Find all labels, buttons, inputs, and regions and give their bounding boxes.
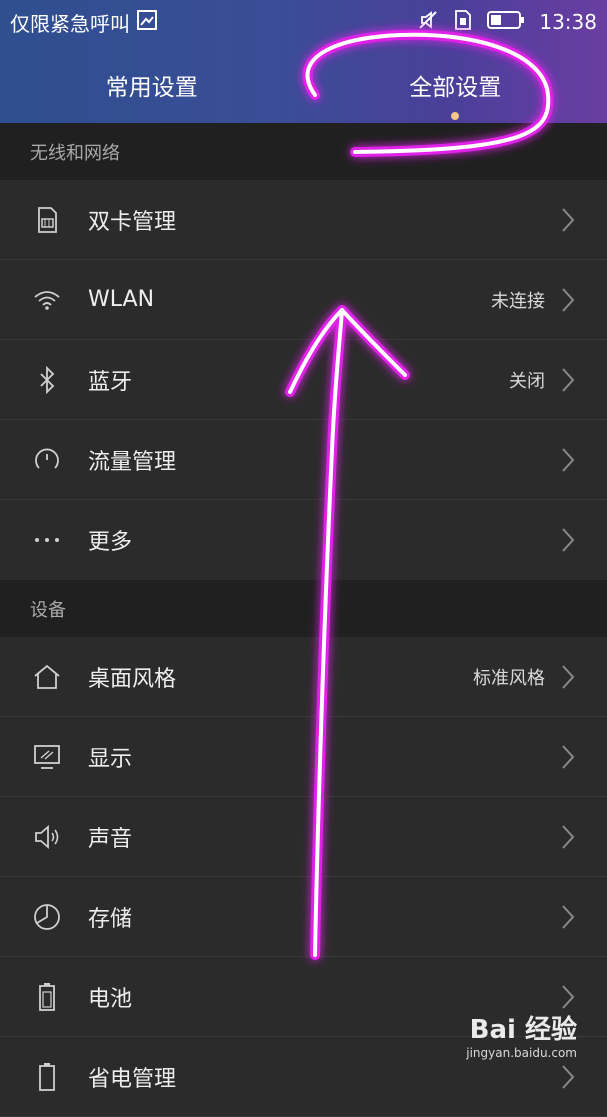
- tab-label: 全部设置: [409, 68, 501, 102]
- row-value: 关闭: [509, 367, 545, 393]
- row-launcher-style[interactable]: 桌面风格 标准风格: [0, 637, 607, 717]
- row-label: 存储: [88, 901, 545, 933]
- baidu-watermark: Bai 经验 jingyan.baidu.com: [466, 1009, 577, 1060]
- row-sound[interactable]: 声音: [0, 797, 607, 877]
- row-label: 显示: [88, 741, 545, 773]
- row-label: 桌面风格: [88, 661, 473, 693]
- storage-pie-icon: [32, 902, 62, 932]
- battery-icon: [32, 982, 62, 1012]
- row-label: 双卡管理: [88, 204, 545, 236]
- watermark-brand: Bai 经验: [466, 1009, 577, 1046]
- mute-icon: [417, 9, 439, 36]
- display-icon: [32, 742, 62, 772]
- sim-card-icon: [32, 205, 62, 235]
- row-bluetooth[interactable]: 蓝牙 关闭: [0, 340, 607, 420]
- tab-common-settings[interactable]: 常用设置: [0, 50, 304, 120]
- status-right: 13:38: [417, 9, 597, 36]
- image-notification-icon: [136, 9, 158, 36]
- section-header-wireless: 无线和网络: [0, 123, 607, 180]
- chevron-right-icon: [561, 207, 575, 233]
- battery-status-icon: [487, 10, 525, 35]
- speaker-icon: [32, 822, 62, 852]
- chevron-right-icon: [561, 447, 575, 473]
- settings-list: 无线和网络 双卡管理 WLAN 未连接 蓝牙 关闭 流量管理: [0, 123, 607, 1117]
- row-wlan[interactable]: WLAN 未连接: [0, 260, 607, 340]
- row-dual-sim[interactable]: 双卡管理: [0, 180, 607, 260]
- active-tab-indicator: [451, 112, 459, 120]
- row-label: WLAN: [88, 287, 491, 312]
- tab-all-settings[interactable]: 全部设置: [304, 50, 607, 120]
- row-more[interactable]: 更多: [0, 500, 607, 580]
- row-label: 蓝牙: [88, 364, 509, 396]
- row-value: 标准风格: [473, 664, 545, 690]
- row-label: 省电管理: [88, 1061, 545, 1093]
- chevron-right-icon: [561, 824, 575, 850]
- wifi-icon: [32, 285, 62, 315]
- home-icon: [32, 662, 62, 692]
- status-bar: 仅限紧急呼叫 13:38: [0, 0, 607, 44]
- chevron-right-icon: [561, 904, 575, 930]
- chevron-right-icon: [561, 744, 575, 770]
- sim-status-icon: [453, 9, 473, 36]
- row-data-usage[interactable]: 流量管理: [0, 420, 607, 500]
- power-saving-icon: [32, 1062, 62, 1092]
- row-display[interactable]: 显示: [0, 717, 607, 797]
- bluetooth-icon: [32, 365, 62, 395]
- chevron-right-icon: [561, 1064, 575, 1090]
- carrier-text: 仅限紧急呼叫: [10, 8, 130, 37]
- header-bar: 仅限紧急呼叫 13:38 常用设置 全部设置: [0, 0, 607, 123]
- row-label: 流量管理: [88, 444, 545, 476]
- row-storage[interactable]: 存储: [0, 877, 607, 957]
- row-value: 未连接: [491, 287, 545, 313]
- tab-bar: 常用设置 全部设置: [0, 50, 607, 120]
- chevron-right-icon: [561, 287, 575, 313]
- chevron-right-icon: [561, 664, 575, 690]
- chevron-right-icon: [561, 984, 575, 1010]
- row-label: 更多: [88, 524, 545, 556]
- tab-label: 常用设置: [106, 68, 198, 102]
- chevron-right-icon: [561, 527, 575, 553]
- row-label: 电池: [88, 981, 545, 1013]
- watermark-url: jingyan.baidu.com: [466, 1046, 577, 1060]
- data-usage-icon: [32, 445, 62, 475]
- row-label: 声音: [88, 821, 545, 853]
- status-left: 仅限紧急呼叫: [10, 8, 158, 37]
- section-header-device: 设备: [0, 580, 607, 637]
- more-icon: [32, 525, 62, 555]
- clock-text: 13:38: [539, 10, 597, 34]
- chevron-right-icon: [561, 367, 575, 393]
